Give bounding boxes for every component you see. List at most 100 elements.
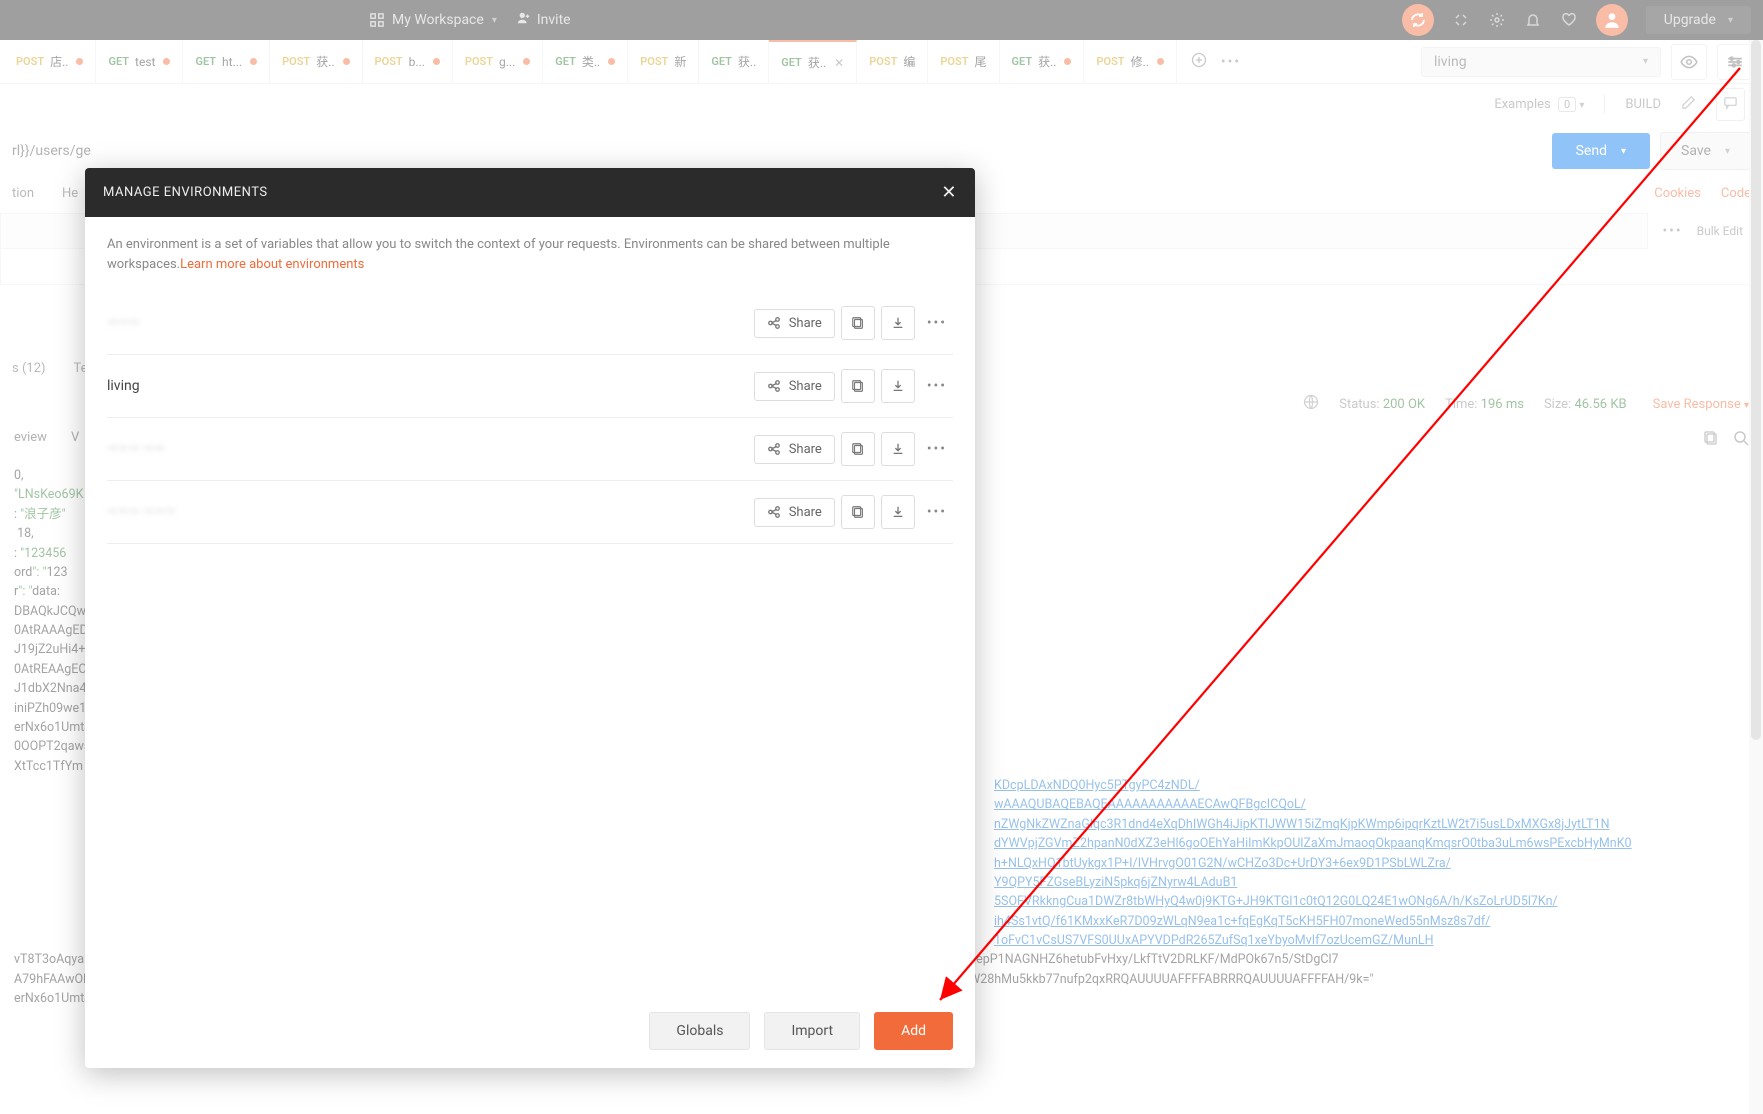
code-link[interactable]: Code <box>1721 186 1751 201</box>
copy-response-icon[interactable] <box>1703 430 1719 450</box>
add-button[interactable]: Add <box>874 1012 953 1050</box>
save-button[interactable]: Save ▾ <box>1660 132 1751 170</box>
tab-method: GET <box>108 55 129 68</box>
bulk-edit-button[interactable]: Bulk Edit <box>1697 224 1753 238</box>
settings-icon[interactable] <box>1488 11 1506 29</box>
environment-more-icon[interactable]: ••• <box>921 441 953 457</box>
learn-more-link[interactable]: Learn more about environments <box>180 257 364 272</box>
share-environment-button[interactable]: Share <box>754 498 835 527</box>
environment-settings-button[interactable] <box>1717 44 1753 80</box>
vertical-scrollbar-thumb[interactable] <box>1751 40 1761 740</box>
workspace-switcher[interactable]: My Workspace ▾ <box>370 12 497 28</box>
request-tab[interactable]: POST编 <box>857 40 928 83</box>
invite-label: Invite <box>537 12 571 28</box>
share-label: Share <box>789 442 822 457</box>
user-avatar[interactable] <box>1596 4 1628 36</box>
download-environment-icon[interactable] <box>881 306 915 340</box>
new-tab-icon[interactable] <box>1191 52 1207 72</box>
share-label: Share <box>789 379 822 394</box>
search-response-icon[interactable] <box>1733 430 1749 450</box>
upgrade-button[interactable]: Upgrade ▾ <box>1646 6 1751 34</box>
capture-icon[interactable] <box>1452 11 1470 29</box>
globe-icon[interactable] <box>1303 394 1319 414</box>
share-environment-button[interactable]: Share <box>754 372 835 401</box>
close-icon[interactable]: ✕ <box>941 182 957 203</box>
param-desc-input[interactable]: Description <box>861 249 1762 284</box>
request-tab[interactable]: POST新 <box>628 40 699 83</box>
import-button[interactable]: Import <box>764 1012 860 1050</box>
tab-authorization[interactable]: tion <box>12 186 34 201</box>
share-label: Share <box>789 505 822 520</box>
send-button[interactable]: Send ▾ <box>1552 133 1650 169</box>
status-value: 200 OK <box>1383 397 1425 412</box>
tab-method: GET <box>781 56 802 69</box>
request-tab[interactable]: GETht... <box>183 40 270 83</box>
unsaved-dot-icon <box>250 58 257 65</box>
tab-method: POST <box>940 55 968 68</box>
comments-icon[interactable] <box>1716 88 1745 121</box>
environment-selector[interactable]: living ▾ <box>1421 47 1661 77</box>
environment-preview-button[interactable] <box>1671 44 1707 80</box>
share-environment-button[interactable]: Share <box>754 435 835 464</box>
request-tab[interactable]: GET获..✕ <box>769 40 857 83</box>
environment-row[interactable]: ——— ——— Share ••• <box>107 481 953 544</box>
tab-visualize[interactable]: V <box>71 430 79 450</box>
environment-row[interactable]: living Share ••• <box>107 355 953 418</box>
cookies-link[interactable]: Cookies <box>1654 186 1701 201</box>
request-tab[interactable]: GETtest <box>96 40 183 83</box>
duplicate-environment-icon[interactable] <box>841 369 875 403</box>
close-icon[interactable]: ✕ <box>834 56 844 70</box>
tab-method: POST <box>640 55 668 68</box>
size-value: 46.56 KB <box>1574 397 1626 412</box>
environment-more-icon[interactable]: ••• <box>921 378 953 394</box>
download-environment-icon[interactable] <box>881 369 915 403</box>
environment-more-icon[interactable]: ••• <box>921 504 953 520</box>
tab-label: 店.. <box>50 53 68 70</box>
heart-icon[interactable] <box>1560 11 1578 29</box>
time-text: Time: <box>1445 397 1477 412</box>
share-label: Share <box>789 316 822 331</box>
sync-button[interactable] <box>1402 4 1434 36</box>
tab-method: POST <box>16 55 44 68</box>
tab-headers[interactable]: He <box>62 186 78 201</box>
globals-button[interactable]: Globals <box>649 1012 750 1050</box>
download-environment-icon[interactable] <box>881 432 915 466</box>
environment-row[interactable]: ——— Share ••• <box>107 292 953 355</box>
tabs-more-icon[interactable]: ••• <box>1221 54 1241 70</box>
tab-method: POST <box>282 55 310 68</box>
tab-method: POST <box>375 55 403 68</box>
request-tab[interactable]: POSTg... <box>453 40 543 83</box>
modal-header: MANAGE ENVIRONMENTS ✕ <box>85 168 975 217</box>
request-tab[interactable]: POST 店.. <box>4 40 96 83</box>
request-tab[interactable]: POST获.. <box>270 40 362 83</box>
request-tabs: POST店..GETtestGETht...POST获..POSTb...POS… <box>0 40 1763 84</box>
tab-headers-label: He <box>62 186 78 201</box>
request-tab[interactable]: GET类.. <box>543 40 628 83</box>
invite-button[interactable]: Invite <box>517 11 571 29</box>
duplicate-environment-icon[interactable] <box>841 495 875 529</box>
tab-label: ht... <box>222 55 242 69</box>
params-more-icon[interactable]: ••• <box>1648 223 1696 239</box>
environment-name: ——— —— <box>107 441 754 457</box>
bell-icon[interactable] <box>1524 11 1542 29</box>
request-tab[interactable]: POST尾 <box>928 40 999 83</box>
request-tab[interactable]: GET获.. <box>699 40 769 83</box>
request-tab[interactable]: POST修.. <box>1084 40 1176 83</box>
download-environment-icon[interactable] <box>881 495 915 529</box>
duplicate-environment-icon[interactable] <box>841 306 875 340</box>
environment-name: living <box>107 378 754 394</box>
chevron-down-icon: ▾ <box>1643 56 1648 67</box>
duplicate-environment-icon[interactable] <box>841 432 875 466</box>
request-tab[interactable]: GET获.. <box>1000 40 1085 83</box>
share-environment-button[interactable]: Share <box>754 309 835 338</box>
request-tab[interactable]: POSTb... <box>363 40 453 83</box>
modal-footer: Globals Import Add <box>85 994 975 1068</box>
environment-row[interactable]: ——— —— Share ••• <box>107 418 953 481</box>
save-response-button[interactable]: Save Response ▾ <box>1653 397 1749 412</box>
tab-method: GET <box>1012 55 1033 68</box>
tab-preview[interactable]: eview <box>14 430 47 450</box>
examples-button[interactable]: Examples 0 ▾ <box>1494 97 1584 112</box>
edit-icon[interactable] <box>1681 95 1696 114</box>
request-url[interactable]: rl}}/users/ge <box>12 143 91 159</box>
environment-more-icon[interactable]: ••• <box>921 315 953 331</box>
